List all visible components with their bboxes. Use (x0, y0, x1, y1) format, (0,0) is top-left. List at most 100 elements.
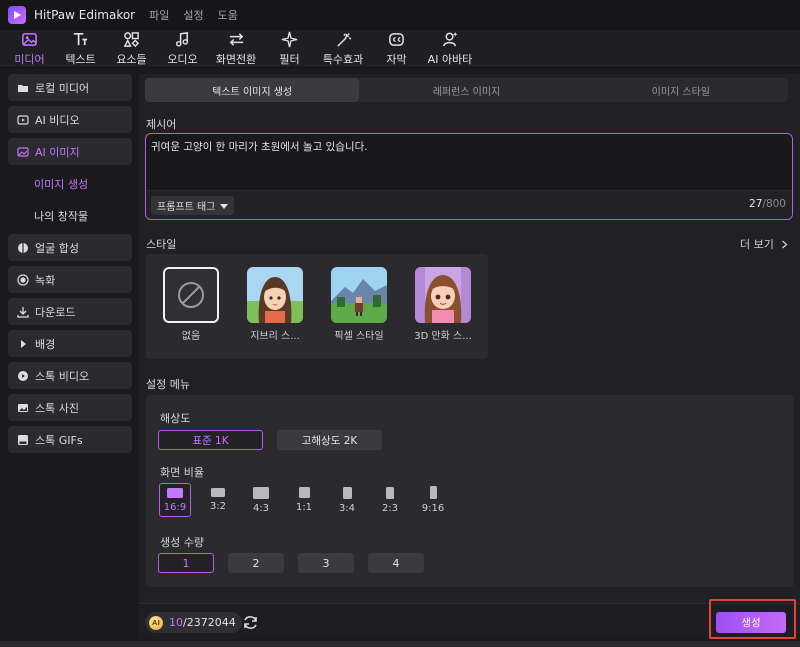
credits-used: 10 (169, 616, 183, 629)
count-3-button[interactable]: 3 (298, 553, 354, 573)
transition-icon (229, 33, 243, 46)
ratio-label: 2:3 (381, 502, 399, 514)
ratio-shape (429, 486, 437, 499)
ratio-16-9[interactable]: 16:9 (159, 483, 191, 517)
tool-media[interactable]: 미디어 (4, 30, 55, 68)
sidebar-subitem-image-generation[interactable]: 이미지 생성 (8, 170, 132, 197)
main-toolbar: 미디어 텍스트 요소들 오디오 화면전환 필터 특수효과 자막 AI 아바타 (0, 30, 800, 68)
generate-button[interactable]: 생성 (716, 612, 786, 633)
ai-video-icon (17, 114, 29, 125)
caption-icon (389, 33, 404, 46)
menu-file[interactable]: 파일 (149, 7, 169, 23)
bottom-strip (0, 641, 800, 647)
sidebar-item-face-swap[interactable]: 얼굴 합성 (8, 234, 132, 261)
sidebar-item-ai-image[interactable]: AI 이미지 (8, 138, 132, 165)
prompt-text[interactable]: 귀여운 고양이 한 마리가 초원에서 놀고 있습니다. (151, 139, 368, 154)
ratio-3-2[interactable]: 3:2 (202, 483, 234, 517)
credits-badge: AI 10/2372044 (145, 612, 242, 633)
tool-audio[interactable]: 오디오 (157, 30, 208, 68)
sidebar-item-label: 다운로드 (35, 305, 76, 319)
tool-filter[interactable]: 필터 (264, 30, 315, 68)
tab-text-to-image[interactable]: 텍스트 이미지 생성 (145, 78, 360, 102)
ratio-shape (167, 487, 183, 498)
count-1-button[interactable]: 1 (158, 553, 214, 573)
style-more-link[interactable]: 더 보기 (740, 236, 789, 252)
prompt-footer: 프롬프트 태그 27/800 (146, 190, 792, 219)
style-option-label: 픽셀 스타일 (334, 331, 384, 342)
sidebar-subitem-my-creations[interactable]: 나의 창작물 (8, 202, 132, 229)
tool-captions[interactable]: 자막 (371, 30, 422, 68)
tab-reference-image[interactable]: 레퍼런스 이미지 (359, 78, 573, 102)
menu-help[interactable]: 도움 (218, 7, 238, 23)
face-swap-icon (18, 242, 28, 253)
tool-filter-label: 필터 (279, 53, 300, 66)
resolution-1k-button[interactable]: 표준 1K (158, 430, 263, 450)
style-section-label: 스타일 (146, 238, 177, 251)
sidebar-item-stock-gifs[interactable]: 스톡 GIFs (8, 426, 132, 453)
sidebar-item-record[interactable]: 녹화 (8, 266, 132, 293)
ratio-shape (298, 487, 310, 498)
resolution-label: 해상도 (160, 412, 191, 425)
coin-icon: AI (149, 615, 163, 630)
ratio-4-3[interactable]: 4:3 (245, 483, 277, 517)
sidebar-item-background[interactable]: 배경 (8, 330, 132, 357)
main-panel: 텍스트 이미지 생성 레퍼런스 이미지 이미지 스타일 제시어 귀여운 고양이 … (139, 74, 800, 639)
prompt-tag-button[interactable]: 프롬프트 태그 (151, 196, 235, 215)
ratio-label: 1:1 (295, 502, 313, 513)
bottom-bar: AI 10/2372044 (139, 603, 800, 639)
tool-transition-label: 화면전환 (215, 53, 257, 66)
style-option-label: 지브리 스... (250, 331, 300, 342)
aspect-ratio-label: 화면 비율 (160, 466, 204, 479)
stock-video-icon (18, 370, 28, 381)
tool-elements[interactable]: 요소들 (106, 30, 157, 68)
menu-settings[interactable]: 설정 (183, 7, 203, 23)
ratio-9-16[interactable]: 9:16 (417, 483, 449, 517)
prompt-input[interactable]: 귀여운 고양이 한 마리가 초원에서 놀고 있습니다. 프롬프트 태그 27/8… (145, 133, 793, 220)
style-option-pixel[interactable]: 픽셀 스타일 (330, 267, 388, 342)
sparkle-icon (281, 31, 298, 48)
tool-ai-avatar-label: AI 아바타 (427, 53, 473, 66)
ghibli-girl-thumbnail (247, 267, 303, 323)
style-thumb-3d-cartoon (415, 267, 471, 323)
ratio-2-3[interactable]: 2:3 (374, 483, 406, 517)
sidebar-item-label: 배경 (35, 337, 56, 351)
ratio-1-1[interactable]: 1:1 (288, 483, 320, 517)
sidebar-item-download[interactable]: 다운로드 (8, 298, 132, 325)
tool-text[interactable]: 텍스트 (55, 30, 106, 68)
wand-icon (336, 32, 351, 47)
style-options: 없음 지브리 스... 픽셀 스타일 3D 만화 스... (146, 254, 488, 359)
tool-ai-avatar[interactable]: AI 아바타 (422, 30, 478, 68)
style-thumb-pixel (331, 267, 387, 323)
count-4-button[interactable]: 4 (368, 553, 424, 573)
app-title: HitPaw Edimakor (34, 8, 136, 22)
tool-effects[interactable]: 특수효과 (315, 30, 371, 68)
prompt-tag-label: 프롬프트 태그 (157, 202, 216, 213)
sidebar-item-stock-video[interactable]: 스톡 비디오 (8, 362, 132, 389)
tab-image-style[interactable]: 이미지 스타일 (574, 78, 788, 102)
sidebar-item-label: 얼굴 합성 (35, 241, 79, 255)
style-option-none[interactable]: 없음 (162, 267, 220, 342)
style-option-3d-cartoon[interactable]: 3D 만화 스... (414, 267, 472, 342)
music-note-icon (175, 32, 189, 47)
resolution-2k-button[interactable]: 고해상도 2K (277, 430, 382, 450)
ai-image-icon (17, 146, 29, 157)
character-count: 27 (749, 198, 763, 210)
tool-transition[interactable]: 화면전환 (208, 30, 264, 68)
refresh-icon[interactable] (242, 614, 259, 631)
sidebar-item-label: 스톡 사진 (35, 401, 79, 415)
ratio-shape (342, 486, 352, 499)
tool-audio-label: 오디오 (167, 53, 198, 66)
sidebar-item-ai-video[interactable]: AI 비디오 (8, 106, 132, 133)
chevron-right-icon (781, 240, 788, 248)
pixel-landscape-thumbnail (331, 267, 387, 323)
character-counter: 27/800 (749, 198, 786, 210)
sidebar-item-local-media[interactable]: 로컬 미디어 (8, 74, 132, 101)
ratio-label: 16:9 (163, 501, 187, 513)
tool-elements-label: 요소들 (116, 53, 147, 66)
style-thumb-none (163, 267, 219, 323)
sidebar-item-stock-photo[interactable]: 스톡 사진 (8, 394, 132, 421)
count-2-button[interactable]: 2 (228, 553, 284, 573)
ratio-3-4[interactable]: 3:4 (331, 483, 363, 517)
style-option-ghibli[interactable]: 지브리 스... (246, 267, 304, 342)
character-max: /800 (762, 198, 786, 210)
